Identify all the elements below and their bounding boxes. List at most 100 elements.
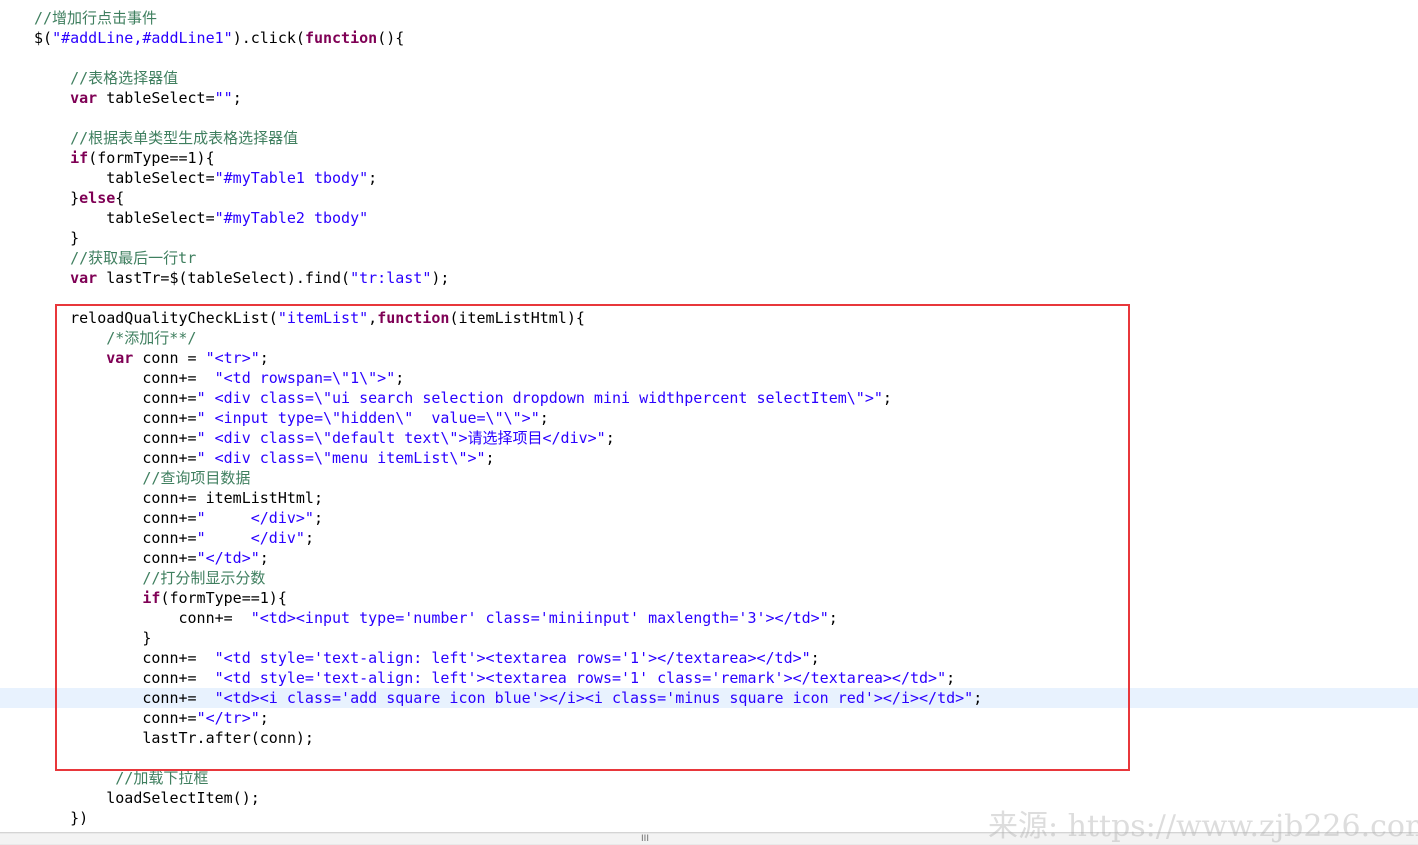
code-token: (formType==1){	[88, 149, 215, 167]
code-line[interactable]: /*添加行**/	[0, 328, 1418, 348]
code-line[interactable]: var tableSelect="";	[0, 88, 1418, 108]
code-line-text: })	[34, 808, 88, 828]
code-token: "tr:last"	[350, 269, 432, 287]
code-token: " <div class=\"ui search selection dropd…	[196, 389, 883, 407]
code-line-text: //表格选择器值	[34, 68, 178, 88]
code-token: //增加行点击事件	[34, 9, 158, 27]
code-line-text: conn+= "<td style='text-align: left'><te…	[34, 648, 819, 668]
code-token: ;	[605, 429, 615, 447]
code-line[interactable]: }	[0, 228, 1418, 248]
code-line[interactable]: //根据表单类型生成表格选择器值	[0, 128, 1418, 148]
code-line-text: conn+="</tr>";	[34, 708, 269, 728]
code-line[interactable]: conn+=" </div";	[0, 528, 1418, 548]
code-token: conn+=	[34, 449, 197, 467]
code-line[interactable]: //增加行点击事件	[0, 8, 1418, 28]
code-line[interactable]	[0, 108, 1418, 128]
code-line[interactable]: //表格选择器值	[0, 68, 1418, 88]
code-token: conn+=	[34, 429, 197, 447]
code-line[interactable]	[0, 48, 1418, 68]
code-line[interactable]: conn+= "<td><i class='add square icon bl…	[0, 688, 1418, 708]
code-line[interactable]	[0, 288, 1418, 308]
code-token: conn+=	[34, 709, 197, 727]
code-line-text: conn+= "<td style='text-align: left'><te…	[34, 668, 955, 688]
code-line-text: var conn = "<tr>";	[34, 348, 269, 368]
code-line[interactable]: conn+= "<td style='text-align: left'><te…	[0, 648, 1418, 668]
code-line-text: //根据表单类型生成表格选择器值	[34, 128, 298, 148]
code-token: $(	[34, 29, 53, 47]
code-line[interactable]: conn+=" <input type=\"hidden\" value=\"\…	[0, 408, 1418, 428]
code-line-text: }else{	[34, 188, 124, 208]
code-token: ;	[259, 349, 269, 367]
code-line[interactable]: var conn = "<tr>";	[0, 348, 1418, 368]
code-token: if	[142, 589, 161, 607]
code-line[interactable]: lastTr.after(conn);	[0, 728, 1418, 748]
code-token: conn+=	[34, 509, 197, 527]
code-line-text: conn+=" <input type=\"hidden\" value=\"\…	[34, 408, 548, 428]
code-token: lastTr=$(tableSelect).find(	[97, 269, 351, 287]
code-editor[interactable]: //增加行点击事件 $("#addLine,#addLine1").click(f…	[0, 0, 1418, 832]
code-line[interactable]: conn+=" <div class=\"default text\">请选择项…	[0, 428, 1418, 448]
code-token: }	[34, 189, 80, 207]
code-line[interactable]: //获取最后一行tr	[0, 248, 1418, 268]
code-line[interactable]: conn+= itemListHtml;	[0, 488, 1418, 508]
code-line[interactable]: tableSelect="#myTable1 tbody";	[0, 168, 1418, 188]
code-token: }	[34, 229, 80, 247]
code-token: "<td><i class='add square icon blue'></i…	[214, 689, 974, 707]
code-token: " <input type=\"hidden\" value=\"\">"	[196, 409, 540, 427]
code-line[interactable]: }	[0, 628, 1418, 648]
code-token: " </div"	[196, 529, 305, 547]
code-line[interactable]: //加载下拉框	[0, 768, 1418, 788]
code-line[interactable]: conn+=" <div class=\"menu itemList\">";	[0, 448, 1418, 468]
code-token: function	[377, 309, 450, 327]
code-line[interactable]: //打分制显示分数	[0, 568, 1418, 588]
code-line[interactable]: if(formType==1){	[0, 588, 1418, 608]
code-token: //打分制显示分数	[34, 569, 266, 587]
watermark: 来源: https://www.zjb226.com	[988, 809, 1418, 844]
code-line[interactable]: conn+= "<td style='text-align: left'><te…	[0, 668, 1418, 688]
code-line[interactable]: conn+="</td>";	[0, 548, 1418, 568]
code-line-text: conn+="</td>";	[34, 548, 268, 568]
scrollbar-grip-icon[interactable]: III	[638, 834, 652, 845]
code-token: "<td style='text-align: left'><textarea …	[214, 649, 811, 667]
code-line[interactable]: if(formType==1){	[0, 148, 1418, 168]
code-token: conn+=	[34, 529, 197, 547]
code-token: );	[431, 269, 450, 287]
code-line[interactable]: conn+="</tr>";	[0, 708, 1418, 728]
code-line[interactable]	[0, 748, 1418, 768]
code-line[interactable]: var lastTr=$(tableSelect).find("tr:last"…	[0, 268, 1418, 288]
code-token: tableSelect=	[34, 209, 215, 227]
code-token: conn+=	[34, 609, 251, 627]
code-token: conn+=	[34, 389, 197, 407]
code-line-text: lastTr.after(conn);	[34, 728, 314, 748]
code-token: ;	[313, 509, 323, 527]
code-line-text: //加载下拉框	[34, 768, 208, 788]
code-line-text: if(formType==1){	[34, 588, 287, 608]
code-line[interactable]: conn+= "<td><input type='number' class='…	[0, 608, 1418, 628]
code-token: ;	[259, 709, 269, 727]
code-token: loadSelectItem();	[34, 789, 260, 807]
code-token: lastTr.after(conn);	[34, 729, 314, 747]
code-line[interactable]: $("#addLine,#addLine1").click(function()…	[0, 28, 1418, 48]
code-line[interactable]: tableSelect="#myTable2 tbody"	[0, 208, 1418, 228]
code-token: " <div class=\"menu itemList\">"	[196, 449, 486, 467]
code-token: "<td><input type='number' class='miniinp…	[250, 609, 829, 627]
code-line-text: //打分制显示分数	[34, 568, 265, 588]
code-line[interactable]: reloadQualityCheckList("itemList",functi…	[0, 308, 1418, 328]
code-line[interactable]: conn+=" </div>";	[0, 508, 1418, 528]
code-line[interactable]: }else{	[0, 188, 1418, 208]
code-token: }	[34, 629, 152, 647]
code-token: ;	[485, 449, 495, 467]
code-token: conn+=	[34, 409, 197, 427]
code-token: (itemListHtml){	[449, 309, 585, 327]
code-line[interactable]: conn+=" <div class=\"ui search selection…	[0, 388, 1418, 408]
code-line[interactable]: //查询项目数据	[0, 468, 1418, 488]
code-line[interactable]: conn+= "<td rowspan=\"1\">";	[0, 368, 1418, 388]
code-line[interactable]: loadSelectItem();	[0, 788, 1418, 808]
code-line-text: reloadQualityCheckList("itemList",functi…	[34, 308, 585, 328]
code-token: ;	[973, 689, 983, 707]
code-token: ;	[232, 89, 242, 107]
